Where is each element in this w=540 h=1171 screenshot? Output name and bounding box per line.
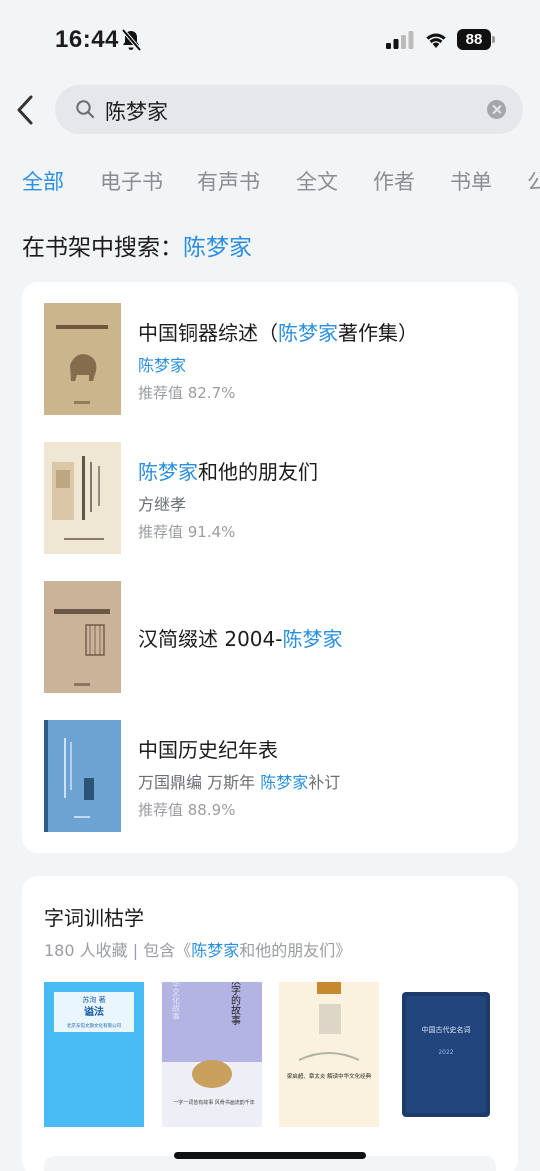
book-author: 方继孝 [138,495,187,514]
book-author: 陈梦家 [138,356,187,375]
status-bar: 16:44 88 [0,0,540,80]
book-title-highlight: 陈梦家 [138,460,198,484]
book-results-card: 中国铜器综述（陈梦家著作集） 陈梦家 推荐值 82.7% 陈梦家和他的朋友们 方… [22,282,518,853]
book-item[interactable]: 汉简缀述 2004-陈梦家 [44,581,504,693]
book-title-text: 汉简缀述 2004- [138,627,283,651]
tab-fulltext[interactable]: 全文 [296,166,338,196]
book-title-highlight: 陈梦家 [278,321,338,345]
booklist-cover[interactable]: 中国古代史名词 2022 [396,982,496,1127]
battery-indicator: 88 [457,29,491,50]
cover-title: 汉字的故事 [229,982,241,1025]
cover-series: 中华文化故事 [172,982,181,1020]
tab-audiobook[interactable]: 有声书 [197,166,260,196]
search-icon [76,100,95,119]
cover-title: 梁启超、章太炎 解读中华文化经典 [287,1072,372,1080]
back-icon[interactable] [14,92,42,128]
booklist-meta-text: 180 人收藏 | 包含《 [44,941,192,960]
home-indicator[interactable] [174,1152,366,1159]
cover-title: 中国古代史名词 [422,1025,471,1034]
signal-icon [386,31,414,49]
cover-subtitle: 一字一词皆有故事 风骨书画流韵千年 [173,1099,255,1106]
book-title-text: 中国铜器综述（ [138,321,278,345]
tab-ebook[interactable]: 电子书 [100,166,163,196]
book-title-highlight: 陈梦家 [282,627,343,651]
booklist-meta-text-end: 和他的朋友们》 [239,941,352,960]
tab-more[interactable]: 公 [527,166,540,196]
bell-muted-icon [121,28,142,52]
book-cover [44,303,121,415]
category-tabs: 全部 电子书 有声书 全文 作者 书单 公 [0,166,540,196]
clear-search-icon[interactable] [487,100,506,119]
shelf-search-heading[interactable]: 在书架中搜索：陈梦家 [22,228,252,262]
book-title: 中国历史纪年表 [138,738,278,762]
status-time: 16:44 [55,26,119,53]
book-title-text-end: 著作集） [338,321,418,345]
booklist-title: 字词训枯学 [44,906,144,930]
book-cover [44,720,121,832]
book-author: 万国鼎编 万斯年 陈梦家补订 [138,769,340,793]
booklist-meta: 180 人收藏 | 包含《陈梦家和他的朋友们》 [44,937,351,961]
book-title-text-end: 和他的朋友们 [198,460,318,484]
search-query: 陈梦家 [105,100,168,124]
booklist-cover[interactable]: 梁启超、章太炎 解读中华文化经典 [279,982,379,1127]
cover-publisher: 北京东馆文旗文化有限公司 [67,1022,121,1029]
cover-author: 苏洵 著 [82,995,105,1004]
book-score: 推荐值 91.4% [138,523,236,541]
cover-year: 2022 [438,1049,453,1056]
search-input[interactable]: 陈梦家 [55,85,523,134]
book-author-text: 万国鼎编 万斯年 [138,773,261,792]
shelf-search-prefix: 在书架中搜索： [22,235,183,261]
tab-all[interactable]: 全部 [22,166,64,196]
booklist-card[interactable]: 字词训枯学 180 人收藏 | 包含《陈梦家和他的朋友们》 苏洵 著 谥法 北京… [22,876,518,1171]
book-title: 中国铜器综述（陈梦家著作集） [138,317,418,346]
cover-title: 谥法 [84,1005,104,1018]
book-score: 推荐值 88.9% [138,801,236,819]
book-item[interactable]: 中国铜器综述（陈梦家著作集） 陈梦家 推荐值 82.7% [44,303,504,415]
booklist-meta-highlight: 陈梦家 [191,941,240,960]
shelf-search-keyword: 陈梦家 [183,235,252,261]
book-title: 陈梦家和他的朋友们 [138,456,318,485]
wifi-icon [426,33,446,48]
book-title: 汉简缀述 2004-陈梦家 [138,623,342,652]
book-cover [44,442,121,554]
book-item[interactable]: 陈梦家和他的朋友们 方继孝 推荐值 91.4% [44,442,504,554]
tab-booklist[interactable]: 书单 [450,166,492,196]
tab-author[interactable]: 作者 [373,166,415,196]
battery-tip [492,36,495,43]
book-item[interactable]: 中国历史纪年表 万国鼎编 万斯年 陈梦家补订 推荐值 88.9% [44,720,504,832]
book-author-text-end: 补订 [308,773,341,792]
book-score: 推荐值 82.7% [138,384,236,402]
book-author-highlight: 陈梦家 [260,773,309,792]
booklist-cover[interactable]: 汉字的故事 中华文化故事 一字一词皆有故事 风骨书画流韵千年 [162,982,262,1127]
booklist-cover[interactable]: 苏洵 著 谥法 北京东馆文旗文化有限公司 [44,982,144,1127]
book-cover [44,581,121,693]
